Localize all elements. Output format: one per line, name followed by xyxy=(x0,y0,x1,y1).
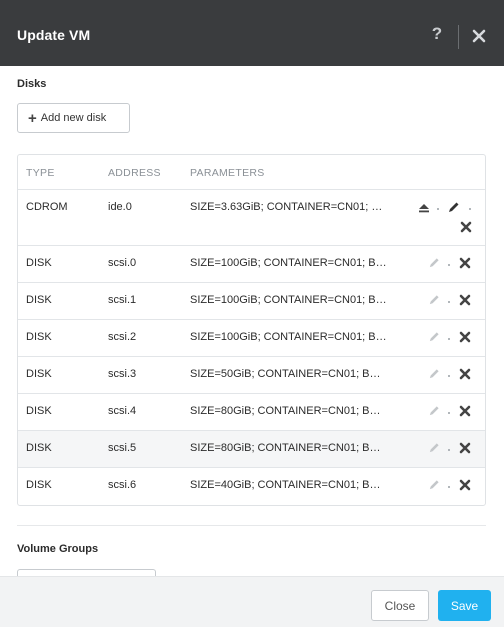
cell-type: DISK xyxy=(26,479,52,491)
edit-icon[interactable] xyxy=(428,368,440,380)
eject-icon[interactable] xyxy=(418,202,430,214)
edit-icon[interactable] xyxy=(447,201,460,214)
add-new-disk-button[interactable]: + Add new disk xyxy=(17,103,130,133)
cell-parameters: SIZE=80GiB; CONTAINER=CN01; B… xyxy=(190,442,381,454)
cell-type: DISK xyxy=(26,294,52,306)
table-row: DISK scsi.5 SIZE=80GiB; CONTAINER=CN01; … xyxy=(18,431,485,468)
cell-type: CDROM xyxy=(26,201,68,213)
cell-address: scsi.3 xyxy=(108,368,137,380)
table-row: DISK scsi.0 SIZE=100GiB; CONTAINER=CN01;… xyxy=(18,246,485,283)
cell-address: scsi.1 xyxy=(108,294,137,306)
cell-parameters: SIZE=40GiB; CONTAINER=CN01; B… xyxy=(190,479,381,491)
cell-type: DISK xyxy=(26,257,52,269)
cell-address: scsi.6 xyxy=(108,479,137,491)
delete-icon[interactable] xyxy=(459,294,471,306)
edit-icon[interactable] xyxy=(428,294,440,306)
separator-dot xyxy=(448,449,450,451)
cell-type: DISK xyxy=(26,405,52,417)
table-row: DISK scsi.2 SIZE=100GiB; CONTAINER=CN01;… xyxy=(18,320,485,357)
cell-address: scsi.0 xyxy=(108,257,137,269)
dialog-header: Update VM ? xyxy=(0,0,504,66)
cell-parameters: SIZE=100GiB; CONTAINER=CN01; B… xyxy=(190,331,387,343)
help-icon[interactable]: ? xyxy=(430,24,444,44)
delete-icon[interactable] xyxy=(459,257,471,269)
separator-dot xyxy=(448,301,450,303)
cell-type: DISK xyxy=(26,368,52,380)
close-button[interactable]: Close xyxy=(371,590,429,621)
close-icon[interactable] xyxy=(472,29,486,43)
dialog-title: Update VM xyxy=(17,27,91,43)
table-row: DISK scsi.4 SIZE=80GiB; CONTAINER=CN01; … xyxy=(18,394,485,431)
add-new-disk-label: Add new disk xyxy=(40,112,107,124)
header-divider xyxy=(458,25,459,49)
table-row: CDROM ide.0 SIZE=3.63GiB; CONTAINER=CN01… xyxy=(18,190,485,246)
separator-dot xyxy=(437,208,439,210)
separator-dot xyxy=(469,208,471,210)
edit-icon[interactable] xyxy=(428,442,440,454)
add-volume-group-button[interactable] xyxy=(17,569,156,576)
delete-icon[interactable] xyxy=(459,405,471,417)
edit-icon[interactable] xyxy=(428,331,440,343)
delete-icon[interactable] xyxy=(459,479,471,491)
separator-dot xyxy=(448,264,450,266)
cell-parameters: SIZE=80GiB; CONTAINER=CN01; B… xyxy=(190,405,381,417)
plus-icon: + xyxy=(28,109,37,127)
delete-icon[interactable] xyxy=(460,221,472,233)
cell-parameters: SIZE=50GiB; CONTAINER=CN01; B… xyxy=(190,368,381,380)
cell-address: scsi.5 xyxy=(108,442,137,454)
section-divider xyxy=(17,525,486,526)
delete-icon[interactable] xyxy=(459,368,471,380)
edit-icon[interactable] xyxy=(428,479,440,491)
separator-dot xyxy=(448,486,450,488)
table-row: DISK scsi.1 SIZE=100GiB; CONTAINER=CN01;… xyxy=(18,283,485,320)
separator-dot xyxy=(448,412,450,414)
separator-dot xyxy=(448,375,450,377)
volume-groups-section-title: Volume Groups xyxy=(17,543,99,555)
table-row: DISK scsi.3 SIZE=50GiB; CONTAINER=CN01; … xyxy=(18,357,485,394)
cell-address: scsi.4 xyxy=(108,405,137,417)
header-address: ADDRESS xyxy=(108,167,161,179)
delete-icon[interactable] xyxy=(459,442,471,454)
cell-type: DISK xyxy=(26,442,52,454)
delete-icon[interactable] xyxy=(459,331,471,343)
cell-parameters: SIZE=100GiB; CONTAINER=CN01; B… xyxy=(190,294,387,306)
table-header: TYPE ADDRESS PARAMETERS xyxy=(18,155,485,190)
cell-type: DISK xyxy=(26,331,52,343)
dialog-body[interactable]: Disks + Add new disk TYPE ADDRESS PARAME… xyxy=(0,66,504,576)
edit-icon[interactable] xyxy=(428,257,440,269)
header-type: TYPE xyxy=(26,167,55,179)
table-row: DISK scsi.6 SIZE=40GiB; CONTAINER=CN01; … xyxy=(18,468,485,505)
disks-table: TYPE ADDRESS PARAMETERS CDROM ide.0 SIZE… xyxy=(17,154,486,506)
separator-dot xyxy=(448,338,450,340)
disks-section-title: Disks xyxy=(17,78,47,90)
cell-address: scsi.2 xyxy=(108,331,137,343)
dialog-footer: Close Save xyxy=(0,576,504,627)
save-button[interactable]: Save xyxy=(438,590,491,621)
cell-address: ide.0 xyxy=(108,201,132,213)
cell-parameters: SIZE=100GiB; CONTAINER=CN01; B… xyxy=(190,257,387,269)
cell-parameters: SIZE=3.63GiB; CONTAINER=CN01; … xyxy=(190,201,383,213)
edit-icon[interactable] xyxy=(428,405,440,417)
header-parameters: PARAMETERS xyxy=(190,167,265,179)
